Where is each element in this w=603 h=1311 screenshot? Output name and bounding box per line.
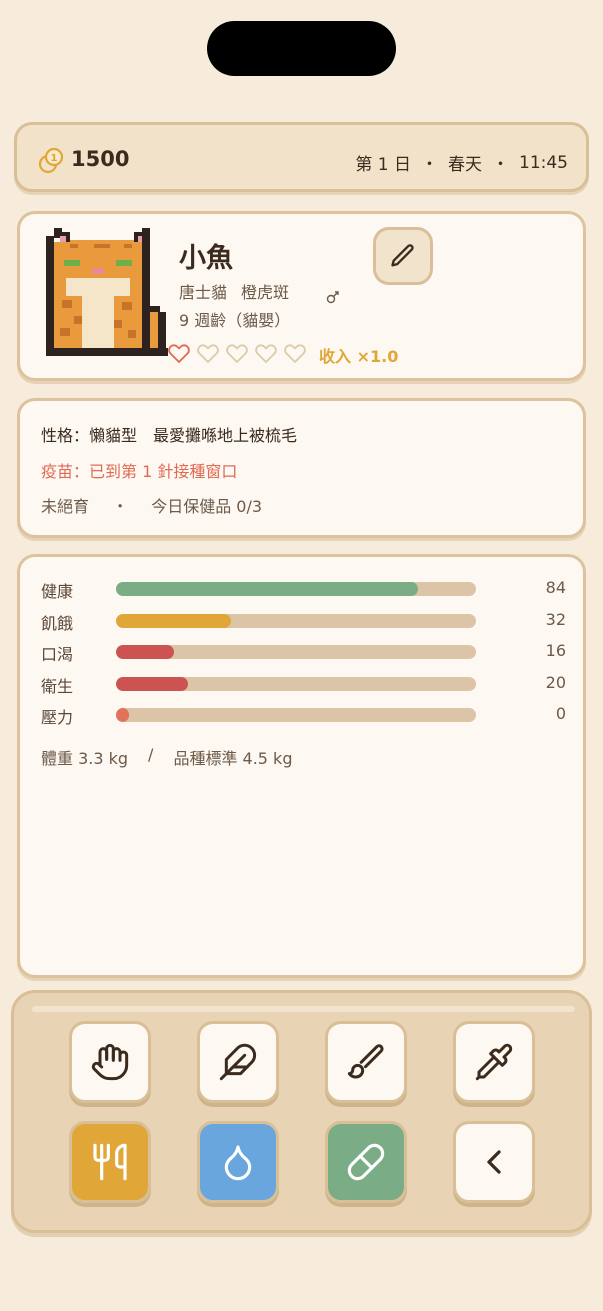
- svg-text:1: 1: [51, 153, 58, 164]
- stat-bar-fill: [116, 708, 129, 722]
- cat-sprite-icon: [46, 228, 168, 356]
- stat-bar: [116, 582, 476, 596]
- time-label: 11:45: [519, 152, 568, 173]
- heart-icon: [168, 344, 190, 363]
- pattern-label: 橙虎斑: [241, 283, 290, 302]
- weight-info: 體重 3.3 kg / 品種標準 4.5 kg: [41, 745, 292, 769]
- heart-icon: [284, 344, 306, 363]
- vaccine-status: 疫苗：已到第 1 針接種窗口: [41, 462, 238, 481]
- pet-breed: 唐士貓 橙虎斑: [179, 279, 289, 303]
- heart-icon: [226, 344, 248, 363]
- back-button[interactable]: [453, 1121, 535, 1203]
- date-time: 第 1 日 ・ 春天 ・ 11:45: [355, 150, 568, 176]
- separator: ・: [112, 497, 129, 516]
- day-label: 第 1 日: [355, 155, 411, 175]
- dynamic-island: [207, 21, 396, 76]
- stat-value: 84: [545, 578, 566, 597]
- weight-current: 體重 3.3 kg: [41, 749, 129, 768]
- status-bar: 1 1500 第 1 日 ・ 春天 ・ 11:45: [14, 122, 589, 192]
- neutered-status: 未絕育: [41, 497, 90, 516]
- stat-bar-fill: [116, 582, 419, 596]
- clean-litter-button[interactable]: [453, 1021, 535, 1103]
- action-panel: [11, 990, 592, 1233]
- groom-button[interactable]: [325, 1021, 407, 1103]
- weight-standard: 品種標準 4.5 kg: [173, 749, 293, 768]
- pet-name: 小魚: [179, 243, 233, 274]
- affection-hearts: [167, 342, 307, 364]
- separator: ・: [492, 155, 509, 175]
- personality-text: 性格：懶貓型 最愛攤喺地上被梳毛: [41, 426, 298, 445]
- pet-info-card: 性格：懶貓型 最愛攤喺地上被梳毛 疫苗：已到第 1 針接種窗口 未絕育 ・ 今日…: [17, 398, 586, 538]
- health-summary: 未絕育 ・ 今日保健品 0/3: [41, 493, 262, 517]
- season-label: 春天: [448, 155, 482, 175]
- stat-value: 20: [545, 672, 566, 692]
- shovel-icon: [475, 1043, 513, 1081]
- stat-bar-fill: [116, 645, 174, 659]
- back-chevron-icon: [487, 1150, 501, 1174]
- stat-bar: [116, 708, 476, 722]
- male-icon: [326, 291, 339, 304]
- pencil-icon: [391, 244, 414, 267]
- brush-icon: [347, 1044, 384, 1079]
- stat-row: 衛生 20: [41, 672, 566, 696]
- coins-icon: 1: [38, 147, 64, 174]
- stat-bar: [116, 613, 476, 628]
- edit-name-button[interactable]: [373, 227, 433, 285]
- medicine-button[interactable]: [325, 1121, 407, 1203]
- pet-stats-card: 健康 84 飢餓 32 口渴 16 衛生 20 壓力 0 體重 3.3 kg / 品種標準 4.5…: [17, 554, 586, 978]
- heart-icon: [197, 344, 219, 363]
- water-drop-icon: [224, 1145, 252, 1181]
- stat-value: 0: [555, 704, 566, 723]
- supplements-count: 今日保健品 0/3: [151, 497, 263, 516]
- pill-icon: [347, 1143, 385, 1181]
- stat-bar-fill: [116, 613, 232, 628]
- stat-row: 健康 84: [41, 578, 566, 601]
- water-button[interactable]: [197, 1121, 279, 1203]
- stat-label: 健康: [41, 582, 74, 601]
- feed-button[interactable]: [69, 1121, 151, 1203]
- breed-label: 唐士貓: [179, 283, 228, 302]
- separator: ・: [421, 155, 438, 175]
- stat-label: 口渴: [41, 645, 74, 664]
- stat-value: 32: [545, 609, 566, 629]
- pet-button[interactable]: [69, 1021, 151, 1103]
- play-button[interactable]: [197, 1021, 279, 1103]
- stat-label: 飢餓: [41, 613, 74, 633]
- stat-row: 口渴 16: [41, 641, 566, 664]
- separator: /: [148, 745, 154, 764]
- stat-bar: [116, 645, 476, 659]
- coins-value: 1500: [71, 147, 130, 171]
- heart-icon: [255, 344, 277, 363]
- stat-row: 壓力 0: [41, 704, 566, 727]
- hand-icon: [91, 1043, 129, 1081]
- stat-row: 飢餓 32: [41, 609, 566, 633]
- panel-divider: [32, 1006, 575, 1012]
- stat-bar: [116, 676, 476, 691]
- pet-age: 9 週齡（貓嬰）: [179, 311, 291, 330]
- income-multiplier: 收入 ×1.0: [319, 347, 399, 366]
- stat-bar-fill: [116, 676, 188, 691]
- stat-value: 16: [545, 641, 566, 660]
- stat-label: 壓力: [41, 708, 74, 727]
- pet-profile-card: 小魚 唐士貓 橙虎斑 9 週齡（貓嬰） 收入 ×1.0: [17, 211, 586, 381]
- fork-knife-icon: [93, 1143, 127, 1181]
- stat-label: 衛生: [41, 676, 74, 696]
- feather-icon: [219, 1043, 257, 1081]
